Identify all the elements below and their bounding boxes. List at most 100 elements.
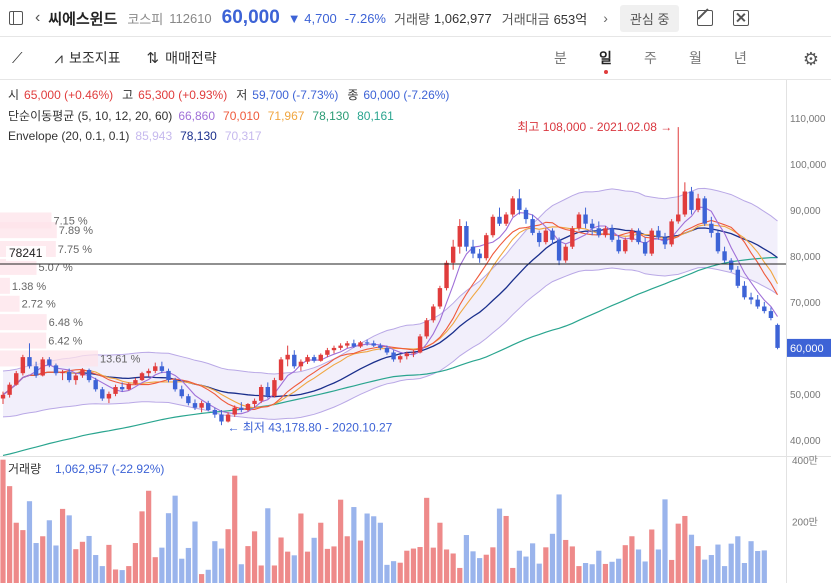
y-tick-label: 110,000 <box>790 114 826 125</box>
candle-body <box>14 373 19 385</box>
price-chart[interactable]: 7.15 %7.89 %7.75 %5.07 %1.38 %2.72 %6.48… <box>0 80 831 583</box>
volume-bar <box>609 561 615 583</box>
indicators-button[interactable]: ⩘ 보조지표 <box>55 48 121 68</box>
candle-body <box>689 191 694 210</box>
candle-body <box>490 216 496 236</box>
candle-body <box>40 359 45 376</box>
price-change: ▼ 4,700 <box>287 10 337 26</box>
candle-body <box>609 228 615 240</box>
ohlc-value: 65,000 (+0.46%) <box>24 88 113 102</box>
volume-bar <box>477 558 483 583</box>
favorite-button[interactable]: 관심 중 <box>619 4 680 32</box>
candle-body <box>7 384 12 395</box>
candle-body <box>258 387 264 401</box>
volume-bar <box>629 536 635 583</box>
candle-body <box>106 393 112 399</box>
ma-legend-value: 70,010 <box>223 109 260 123</box>
indicator-chart-icon: ⩘ <box>54 49 63 67</box>
candle-body <box>642 242 648 254</box>
candle-body <box>530 219 535 233</box>
volume-label: 거래량 <box>394 11 430 27</box>
candle-body <box>537 232 542 243</box>
close-icon[interactable] <box>733 10 750 26</box>
candle-body <box>437 288 443 307</box>
candle-body <box>206 403 211 410</box>
candle-body <box>27 357 32 367</box>
volume-bar <box>278 537 284 583</box>
high-annotation: 최고 108,000 - 2021.02.08 → <box>517 120 672 134</box>
candle-body <box>709 223 714 233</box>
volume-bar <box>596 550 602 583</box>
volume-bar <box>0 459 6 583</box>
strategy-label: 매매전략 <box>165 50 217 66</box>
chevron-left-icon[interactable]: ‹ <box>35 9 40 27</box>
strategy-button[interactable]: ⇅ 매매전략 <box>147 48 217 68</box>
candle-body <box>715 232 721 252</box>
volume-bar <box>688 534 695 583</box>
volume-bar <box>404 550 410 583</box>
candle-body <box>762 306 767 312</box>
candle-body <box>345 343 350 346</box>
more-chevron-icon[interactable]: › <box>603 10 608 26</box>
candle-body <box>100 389 105 399</box>
ohlc-label: 저 <box>236 88 247 102</box>
stock-name[interactable]: 씨에스윈드 <box>48 8 117 29</box>
tab-day[interactable]: 일 <box>583 48 628 74</box>
volume-bar <box>662 499 668 583</box>
candle-body <box>364 342 370 344</box>
crosshair-label: 78241 <box>9 246 43 260</box>
candle-body <box>649 230 654 254</box>
draw-tool-button[interactable]: ⟋ <box>12 50 29 67</box>
volume-bar <box>483 554 489 583</box>
y-tick-label: 90,000 <box>790 206 821 217</box>
edit-icon[interactable] <box>697 10 714 26</box>
candle-body <box>166 370 171 381</box>
tab-year[interactable]: 년 <box>718 48 763 68</box>
y-tick-label: 50,000 <box>790 390 821 401</box>
low-annotation: ← 최저 43,178.80 - 2020.10.27 <box>227 420 392 434</box>
ma-legend-value: 78,130 <box>312 109 349 123</box>
tab-minute[interactable]: 분 <box>538 48 583 68</box>
sidebar-toggle-icon[interactable] <box>9 11 23 25</box>
candle-body <box>80 369 85 376</box>
candle-body <box>768 311 774 318</box>
candle-body <box>603 228 608 236</box>
candle-body <box>159 366 165 371</box>
volume-bar <box>503 515 509 583</box>
candle-body <box>556 239 562 261</box>
candle-body <box>695 198 701 210</box>
volume-bar <box>655 549 661 583</box>
volume-bar <box>106 544 112 583</box>
candle-body <box>424 320 429 337</box>
volume-bar <box>245 546 251 583</box>
envelope-legend-value: 85,943 <box>135 129 172 143</box>
volume-pane-title: 거래량 <box>8 462 41 476</box>
candle-body <box>212 410 218 415</box>
volume-bar <box>715 544 721 583</box>
volume-profile-bar <box>0 222 57 239</box>
candle-body <box>431 306 436 321</box>
volume-profile-bar <box>0 332 47 349</box>
volume-bar <box>390 561 397 583</box>
volume-bar <box>582 563 589 583</box>
volume-bar <box>669 559 675 583</box>
ohlc-label: 고 <box>122 88 133 102</box>
candle-body <box>252 400 257 405</box>
volume-bar <box>126 566 132 583</box>
candle-body <box>305 357 310 362</box>
candle-body <box>351 343 357 347</box>
volume-bar <box>702 559 708 583</box>
volume-bar <box>642 561 648 583</box>
volume-profile-label: 7.75 % <box>58 244 92 256</box>
tab-week[interactable]: 주 <box>628 48 673 68</box>
candle-body <box>563 246 568 261</box>
candle-body <box>73 375 79 381</box>
strategy-arrows-icon: ⇅ <box>146 50 160 67</box>
volume-bar <box>450 553 456 583</box>
volume-bar <box>682 515 688 583</box>
tab-month[interactable]: 월 <box>673 48 718 68</box>
volume-bar <box>93 555 99 583</box>
gear-icon[interactable]: ⚙ <box>803 49 819 70</box>
volume-bar <box>622 545 628 583</box>
volume-bar <box>589 564 595 583</box>
